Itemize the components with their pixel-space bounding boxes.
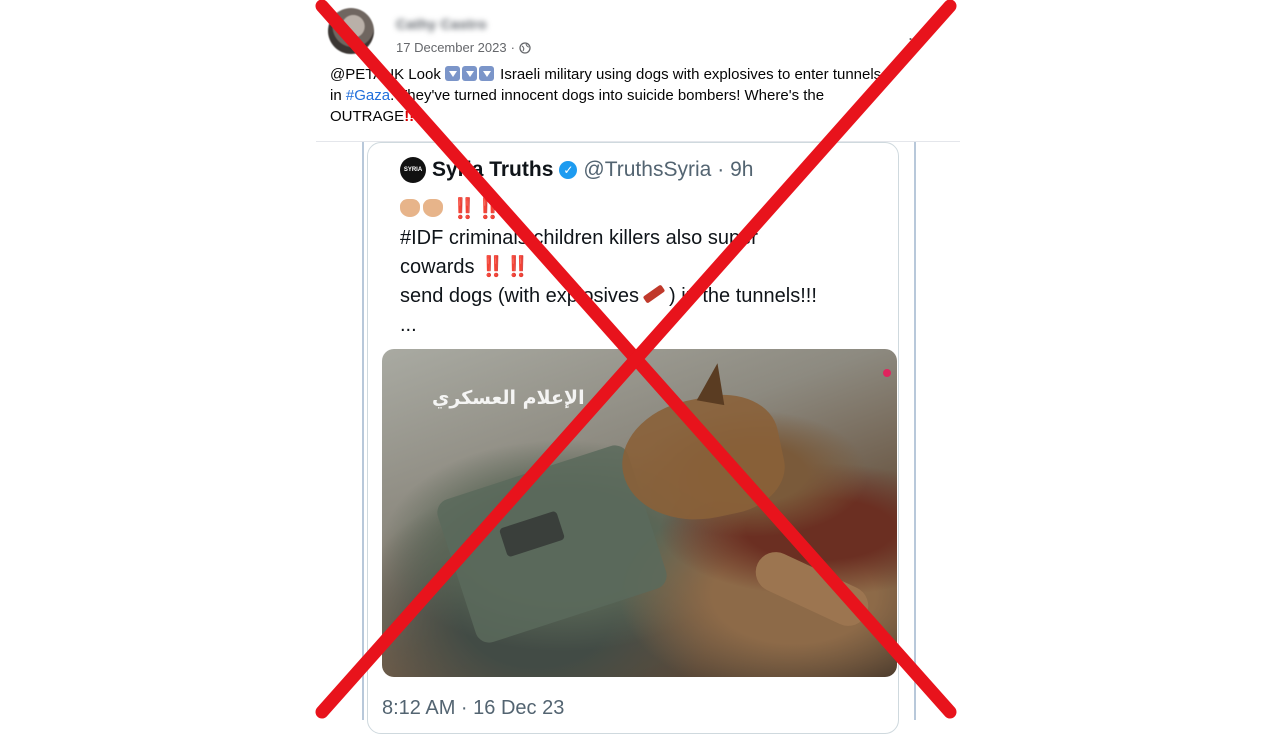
hashtag-link[interactable]: #Gaza xyxy=(346,87,390,104)
post-meta: 17 December 2023 · xyxy=(396,40,531,55)
tweet-handle: @TruthsSyria xyxy=(583,158,712,181)
post-text-prefix: in xyxy=(330,87,342,104)
author-name[interactable]: Cathy Castro xyxy=(396,16,487,32)
tweet-line3-text: cowards xyxy=(400,256,475,278)
tweet-line2: #IDF criminals children killers also sup… xyxy=(400,227,758,249)
recording-indicator-icon xyxy=(883,369,891,377)
tweet-age: · 9h xyxy=(717,158,754,181)
down-arrow-icon xyxy=(479,66,494,81)
tweet-line1: ‼️‼️ xyxy=(400,195,870,224)
down-arrow-icon xyxy=(462,66,477,81)
tweet-timestamp: 8:12 AM · 16 Dec 23 xyxy=(382,697,565,719)
post-text-line1-rest: Israeli military using dogs with explosi… xyxy=(500,66,882,83)
tweet-body: ‼️‼️ #IDF criminals children killers als… xyxy=(400,195,870,340)
dog-legs xyxy=(749,545,875,633)
tweet-author-name: Syria Truths xyxy=(432,158,554,181)
avatar[interactable] xyxy=(328,8,374,54)
post-text-line3: OUTRAGE xyxy=(330,108,405,125)
pointing-hand-icon xyxy=(400,199,420,217)
dynamite-icon xyxy=(642,284,666,304)
tweet-line4-after: ) in the tunnels!!! xyxy=(669,285,817,307)
tweet-line4: send dogs (with explosives ) in the tunne… xyxy=(400,282,870,311)
tweet-ellipsis: ... xyxy=(400,314,417,336)
verified-badge-icon: ✓ xyxy=(559,161,578,179)
tweet-avatar: SYRIA xyxy=(400,157,426,183)
tweet-line3: cowards ‼️‼️ xyxy=(400,253,870,282)
globe-icon xyxy=(519,41,531,54)
more-options-icon[interactable]: ... xyxy=(908,24,926,45)
post-date[interactable]: 17 December 2023 xyxy=(396,40,507,55)
post-text-line2: . They've turned innocent dogs into suic… xyxy=(390,87,825,104)
post-text: @PETAUK Look Israeli military using dogs… xyxy=(330,64,940,127)
pointing-hand-icon xyxy=(423,199,443,217)
post-text-line1: @PETAUK Look xyxy=(330,66,441,83)
post-header: Cathy Castro 17 December 2023 · ... xyxy=(328,6,948,58)
down-arrow-icon xyxy=(445,66,460,81)
tweet-header: SYRIA Syria Truths ✓ @TruthsSyria · 9h xyxy=(400,157,753,183)
shared-image-frame[interactable]: SYRIA Syria Truths ✓ @TruthsSyria · 9h ‼… xyxy=(362,142,916,734)
exclamation-mark: !! xyxy=(404,108,415,125)
tweet-video-thumbnail[interactable]: الإعلام العسكري xyxy=(382,349,897,677)
facebook-post: Cathy Castro 17 December 2023 · ... @PET… xyxy=(316,0,960,734)
tweet-line3-bangs: ‼️‼️ xyxy=(480,256,530,278)
tweet-line4-before: send dogs (with explosives xyxy=(400,285,640,307)
tweet-bangs: ‼️‼️ xyxy=(451,198,502,220)
embedded-tweet: SYRIA Syria Truths ✓ @TruthsSyria · 9h ‼… xyxy=(367,142,899,734)
video-watermark: الإعلام العسكري xyxy=(432,387,585,409)
meta-separator: · xyxy=(510,40,515,55)
